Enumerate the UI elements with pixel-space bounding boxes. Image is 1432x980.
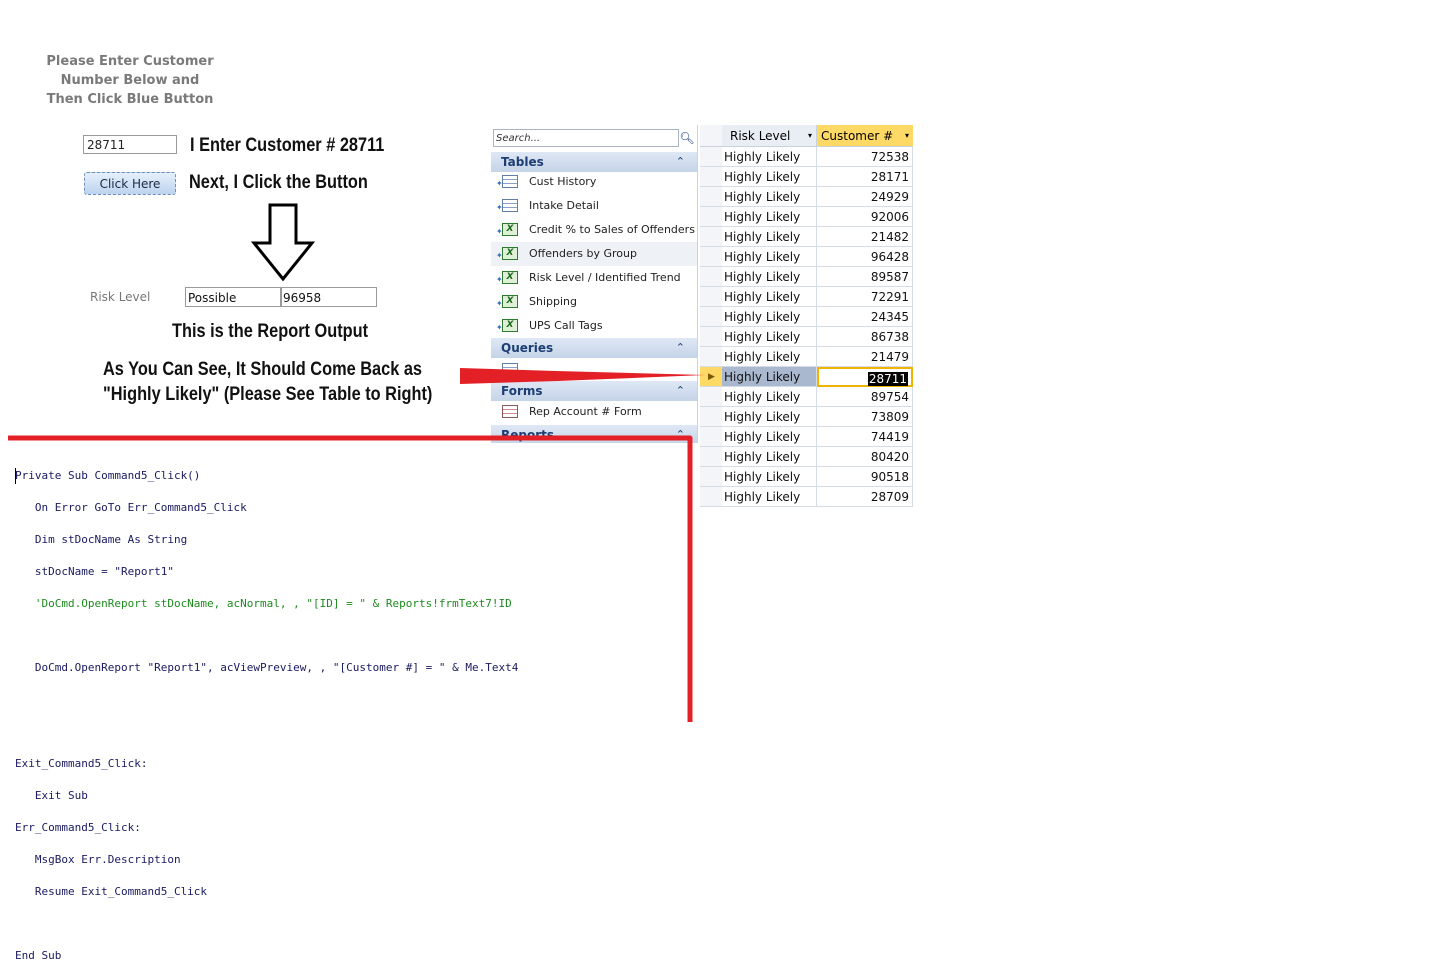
code-line: Resume Exit_Command5_Click <box>15 885 208 898</box>
red-pointer-arrow <box>460 368 705 384</box>
code-line: MsgBox Err.Description <box>15 853 181 866</box>
code-line: DoCmd.OpenReport "Report1", acViewPrevie… <box>15 661 519 674</box>
code-comment-line: 'DoCmd.OpenReport stDocName, acNormal, ,… <box>15 597 512 610</box>
code-line: On Error GoTo Err_Command5_Click <box>15 501 247 514</box>
code-line: Dim stDocName As String <box>15 533 188 546</box>
vba-code[interactable]: Private Sub Command5_Click() On Error Go… <box>15 452 518 980</box>
code-line: End Sub <box>15 949 62 962</box>
code-line: stDocName = "Report1" <box>15 565 174 578</box>
code-line: Err_Command5_Click: <box>15 821 141 834</box>
code-line: Exit_Command5_Click: <box>15 757 148 770</box>
code-line: Private Sub Command5_Click() <box>15 469 201 482</box>
code-line: Exit Sub <box>15 789 88 802</box>
